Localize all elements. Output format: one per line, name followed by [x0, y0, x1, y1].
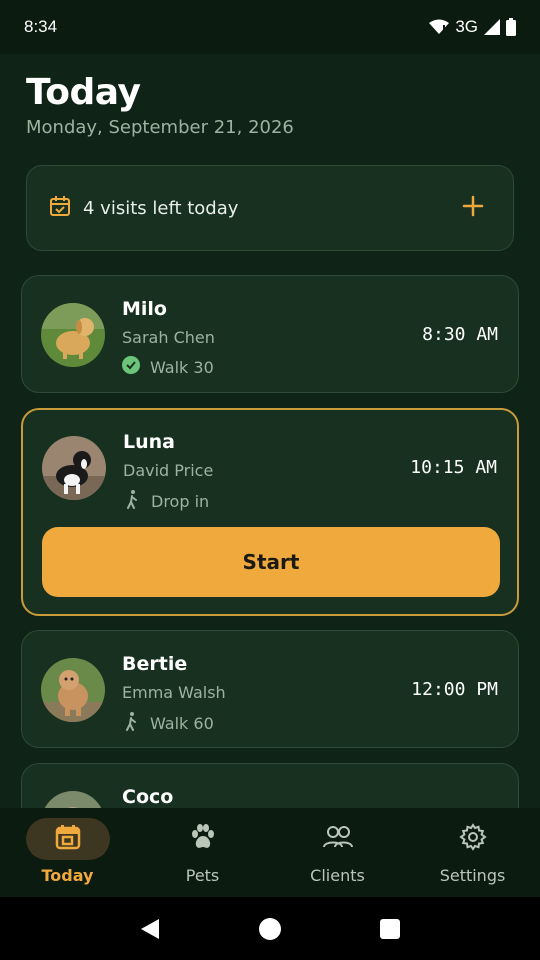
pet-avatar	[41, 303, 105, 367]
walking-person-icon	[123, 489, 141, 513]
nav-label: Pets	[185, 866, 220, 885]
visit-card-luna[interactable]: Luna David Price Drop in 10:15 AM Start	[21, 408, 519, 616]
page-date: Monday, September 21, 2026	[26, 117, 294, 138]
network-type: 3G	[455, 17, 478, 36]
visit-type: Walk 30	[122, 356, 214, 378]
pet-avatar	[42, 436, 106, 500]
add-visit-button[interactable]	[455, 190, 491, 226]
walking-person-icon	[122, 711, 140, 735]
owner-name: Sarah Chen	[122, 328, 215, 347]
calendar-icon	[55, 824, 81, 854]
header: Today Monday, September 21, 2026	[26, 72, 294, 138]
status-icons: 3G	[429, 17, 516, 37]
visit-card-bertie[interactable]: Bertie Emma Walsh Walk 60 12:00 PM	[21, 630, 519, 748]
signal-icon	[484, 19, 500, 35]
visit-type-label: Walk 30	[150, 357, 214, 377]
visit-type: Walk 60	[122, 711, 214, 735]
visit-card-coco[interactable]: Coco	[21, 763, 519, 808]
visit-time: 8:30 AM	[422, 324, 498, 345]
system-nav-bar	[0, 897, 540, 960]
nav-today[interactable]: Today	[0, 808, 135, 897]
pet-name: Coco	[122, 786, 174, 808]
visit-type: Drop in	[123, 489, 209, 513]
battery-icon	[506, 18, 516, 36]
nav-clients[interactable]: Clients	[270, 808, 405, 897]
recents-icon[interactable]	[370, 909, 410, 949]
pet-avatar	[41, 791, 105, 808]
paw-icon	[189, 824, 217, 854]
start-visit-button[interactable]: Start	[42, 527, 500, 597]
bottom-nav: Today Pets Clients Settings	[0, 808, 540, 897]
visit-list[interactable]: Milo Sarah Chen Walk 30 8:30 AM Luna Dav…	[21, 275, 519, 808]
owner-name: Emma Walsh	[122, 683, 226, 702]
visits-summary-card: 4 visits left today	[26, 165, 514, 251]
back-icon[interactable]	[130, 909, 170, 949]
gear-icon	[458, 823, 487, 855]
people-icon	[322, 825, 354, 853]
nav-label: Settings	[439, 866, 506, 885]
nav-indicator	[296, 818, 380, 860]
owner-name: David Price	[123, 461, 214, 480]
status-bar: 8:34 3G	[0, 0, 540, 54]
visit-card-milo[interactable]: Milo Sarah Chen Walk 30 8:30 AM	[21, 275, 519, 393]
nav-label: Today	[41, 866, 94, 885]
visit-type-label: Walk 60	[150, 713, 214, 733]
nav-indicator	[25, 818, 110, 860]
home-icon[interactable]	[250, 909, 290, 949]
nav-indicator	[431, 818, 515, 860]
check-circle-icon	[122, 356, 140, 378]
visits-left-text: 4 visits left today	[83, 197, 239, 219]
pet-avatar	[41, 658, 105, 722]
nav-pets[interactable]: Pets	[135, 808, 270, 897]
page-title: Today	[26, 72, 141, 113]
pet-name: Milo	[122, 298, 167, 320]
pet-name: Bertie	[122, 653, 188, 675]
wifi-icon	[429, 19, 450, 35]
plus-icon	[462, 195, 484, 221]
nav-indicator	[161, 818, 245, 860]
status-time: 8:34	[24, 17, 58, 36]
nav-settings[interactable]: Settings	[405, 808, 540, 897]
pet-name: Luna	[123, 431, 175, 453]
nav-label: Clients	[310, 866, 365, 885]
visit-time: 10:15 AM	[410, 457, 497, 478]
visit-type-label: Drop in	[151, 491, 210, 511]
visit-time: 12:00 PM	[411, 679, 498, 700]
calendar-check-icon	[49, 195, 71, 221]
